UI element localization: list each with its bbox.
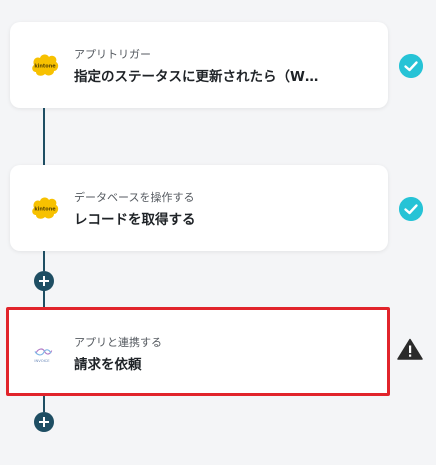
warning-triangle-icon: [397, 338, 423, 360]
kintone-logo-icon: kintone: [32, 197, 59, 219]
add-step-button[interactable]: [34, 271, 54, 291]
step-title: レコードを取得する: [74, 212, 196, 228]
connector-line: [43, 396, 45, 412]
step-subtitle: データベースを操作する: [74, 191, 195, 204]
flow-step-get-record[interactable]: kintone データベースを操作する レコードを取得する: [10, 165, 388, 251]
add-step-button[interactable]: [34, 412, 54, 432]
flow-step-trigger[interactable]: kintone アプリトリガー 指定のステータスに更新されたら（W…: [10, 22, 388, 108]
connector-line: [43, 290, 45, 307]
flow-step-request-invoice[interactable]: INVOICE アプリと連携する 請求を依頼: [6, 307, 390, 396]
check-circle-icon: [399, 197, 423, 221]
check-circle-icon: [399, 54, 423, 78]
connector-line: [43, 108, 45, 165]
step-title: 請求を依頼: [74, 357, 142, 373]
svg-text:kintone: kintone: [34, 64, 56, 70]
invoice-app-logo-icon: INVOICE: [34, 348, 53, 363]
step-subtitle: アプリと連携する: [74, 336, 162, 349]
kintone-logo-icon: kintone: [32, 54, 59, 76]
connector-line: [43, 251, 45, 271]
svg-text:INVOICE: INVOICE: [34, 359, 50, 363]
svg-text:kintone: kintone: [34, 207, 56, 213]
step-subtitle: アプリトリガー: [74, 48, 151, 61]
step-title: 指定のステータスに更新されたら（W…: [74, 69, 319, 85]
flow-canvas: kintone アプリトリガー 指定のステータスに更新されたら（W… kinto…: [0, 0, 436, 465]
